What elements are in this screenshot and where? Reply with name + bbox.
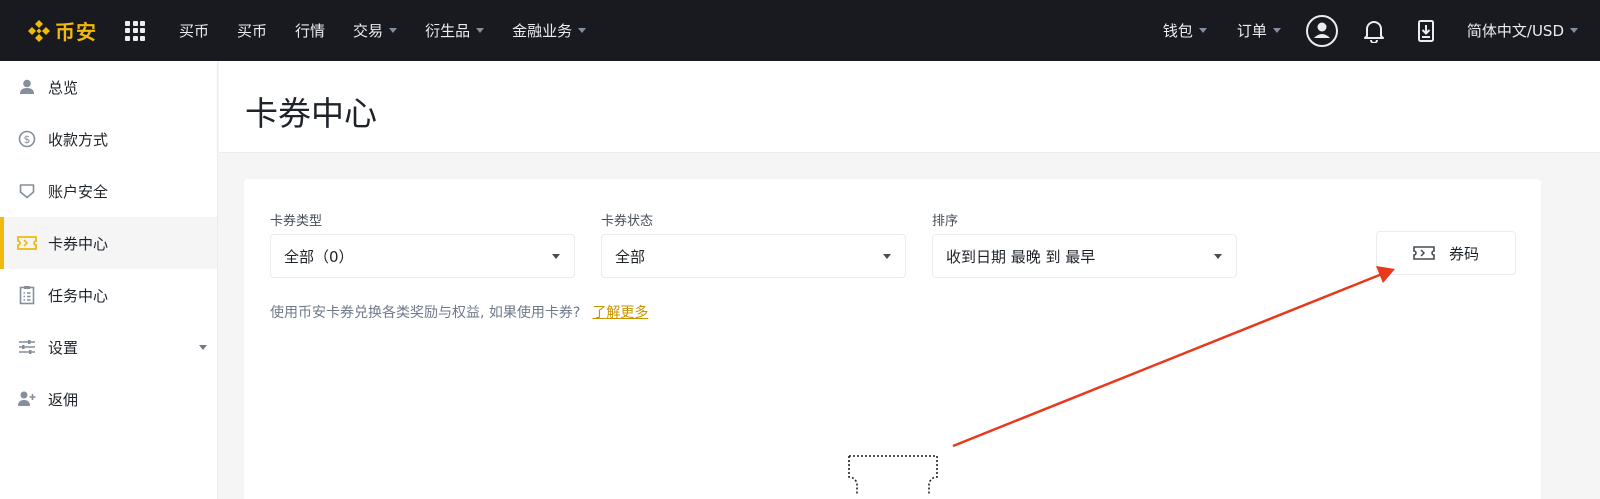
- apps-grid-icon[interactable]: [125, 20, 145, 41]
- sort-select[interactable]: 收到日期 最晚 到 最早: [932, 234, 1237, 278]
- chevron-down-icon: [199, 345, 207, 350]
- chevron-down-icon: [883, 254, 891, 259]
- page-title: 卡券中心: [245, 94, 377, 133]
- sort-label: 排序: [932, 214, 959, 229]
- page-header: 卡券中心: [219, 61, 1600, 153]
- ticket-icon: [17, 233, 37, 253]
- chevron-down-icon: [552, 254, 560, 259]
- svg-text:$: $: [24, 133, 31, 146]
- user-icon: [17, 77, 37, 97]
- nav-item-derivatives[interactable]: 衍生品: [411, 20, 498, 41]
- brand-logo[interactable]: 币安: [26, 16, 97, 45]
- user-circle-icon[interactable]: [1302, 0, 1342, 61]
- nav-item-markets[interactable]: 行情: [281, 20, 339, 41]
- nav-item-buy-crypto-2[interactable]: 买币: [223, 20, 281, 41]
- sidebar-item-coupon-center[interactable]: 卡券中心: [0, 217, 217, 269]
- shield-icon: [17, 181, 37, 201]
- coupon-type-filter: 卡券类型 全部（0）: [270, 210, 575, 278]
- sidebar-item-security[interactable]: 账户安全: [0, 165, 217, 217]
- language-currency-selector[interactable]: 简体中文/USD: [1452, 20, 1600, 41]
- binance-logo-icon: [28, 19, 50, 42]
- chevron-down-icon: [578, 28, 587, 33]
- download-icon[interactable]: [1406, 0, 1446, 61]
- chevron-down-icon: [1198, 28, 1207, 33]
- nav-item-orders[interactable]: 订单: [1222, 20, 1296, 41]
- sort-filter: 排序 收到日期 最晚 到 最早: [932, 210, 1237, 278]
- coupon-type-label: 卡券类型: [270, 214, 323, 229]
- nav-item-wallet[interactable]: 钱包: [1148, 20, 1222, 41]
- coupon-hint-text: 使用币安卡券兑换各类奖励与权益, 如果使用卡券? 了解更多: [270, 305, 649, 321]
- top-navigation-bar: 币安 买币 买币 行情 交易 衍生品 金融业务 钱包 订单 简体中文/USD: [0, 0, 1600, 61]
- user-plus-icon: [17, 389, 37, 409]
- nav-item-finance[interactable]: 金融业务: [498, 20, 600, 41]
- chevron-down-icon: [389, 28, 398, 33]
- chevron-down-icon: [476, 28, 485, 33]
- coupon-list-card: 卡券类型 全部（0） 卡券状态 全部 排序 收到日期 最晚 到 最早 券码 使用…: [244, 179, 1541, 499]
- dollar-circle-icon: $: [17, 129, 37, 149]
- coupon-status-filter: 卡券状态 全部: [601, 210, 906, 278]
- sidebar-item-settings[interactable]: 设置: [0, 321, 217, 373]
- main-nav: 买币 买币 行情 交易 衍生品 金融业务: [165, 20, 600, 41]
- brand-name: 币安: [55, 20, 97, 44]
- chevron-down-icon: [1214, 254, 1222, 259]
- clipboard-icon: [17, 285, 37, 305]
- learn-more-link[interactable]: 了解更多: [592, 305, 648, 321]
- sidebar-item-referral[interactable]: 返佣: [0, 373, 217, 425]
- chevron-down-icon: [1570, 28, 1578, 33]
- chevron-down-icon: [1272, 28, 1281, 33]
- coupon-code-button[interactable]: 券码: [1376, 231, 1516, 275]
- sidebar-item-overview[interactable]: 总览: [0, 61, 217, 113]
- sidebar-item-payment-methods[interactable]: $ 收款方式: [0, 113, 217, 165]
- sidebar-item-task-center[interactable]: 任务中心: [0, 269, 217, 321]
- nav-right: 钱包 订单 简体中文/USD: [1148, 0, 1600, 61]
- coupon-status-select[interactable]: 全部: [601, 234, 906, 278]
- sidebar: 总览 $ 收款方式 账户安全 卡券中心 任务中心 设置 返佣: [0, 61, 218, 499]
- empty-coupon-illustration: [848, 455, 938, 495]
- bell-icon[interactable]: [1354, 0, 1394, 61]
- nav-item-buy-crypto[interactable]: 买币: [165, 20, 223, 41]
- coupon-type-select[interactable]: 全部（0）: [270, 234, 575, 278]
- coupon-status-label: 卡券状态: [601, 214, 654, 229]
- nav-item-trade[interactable]: 交易: [339, 20, 411, 41]
- sliders-icon: [17, 337, 37, 357]
- ticket-icon: [1413, 246, 1435, 260]
